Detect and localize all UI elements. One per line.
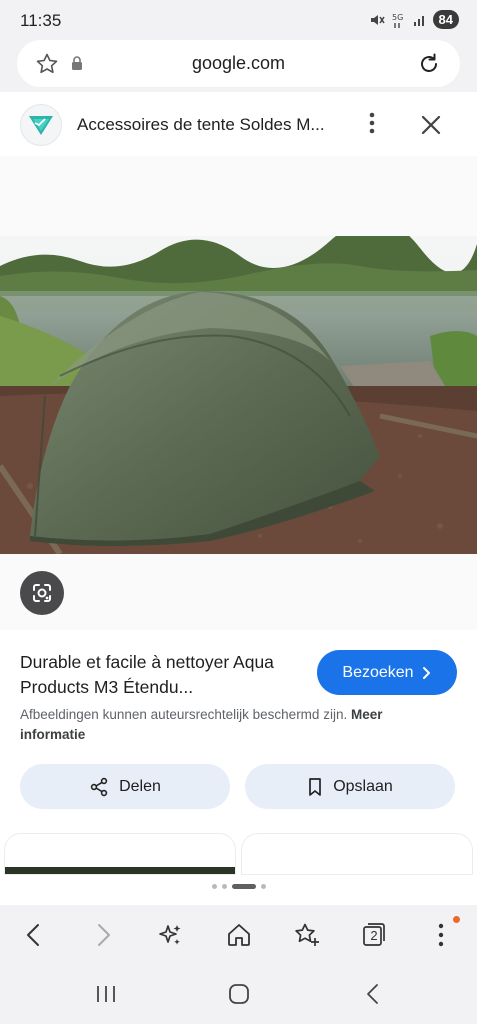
tab-count: 2 bbox=[370, 928, 378, 943]
carousel-dot bbox=[221, 884, 227, 889]
carousel-dot bbox=[260, 884, 266, 889]
image-preview-area bbox=[0, 156, 477, 630]
notification-dot bbox=[453, 916, 460, 923]
save-button[interactable]: Opslaan bbox=[245, 764, 455, 809]
related-result-card[interactable] bbox=[5, 834, 235, 874]
related-result-thumbnail bbox=[5, 867, 235, 874]
chevron-right-icon bbox=[422, 666, 430, 679]
recent-apps-icon[interactable] bbox=[95, 984, 117, 1004]
copyright-text: Afbeeldingen kunnen auteursrechtelijk be… bbox=[20, 707, 348, 722]
bookmark-icon bbox=[309, 777, 322, 796]
share-button[interactable]: Delen bbox=[20, 764, 230, 809]
result-source-title[interactable]: Accessoires de tente Soldes M... bbox=[77, 115, 335, 135]
home-nav-icon[interactable] bbox=[228, 983, 250, 1005]
site-logo-icon bbox=[29, 116, 53, 135]
reload-icon[interactable] bbox=[416, 51, 442, 77]
more-vertical-icon[interactable] bbox=[362, 110, 382, 136]
carousel-dot-active bbox=[231, 884, 256, 889]
share-icon bbox=[90, 777, 108, 796]
home-icon[interactable] bbox=[226, 922, 252, 948]
google-lens-icon bbox=[33, 584, 51, 602]
url-area: google.com bbox=[0, 40, 477, 92]
google-lens-button[interactable] bbox=[20, 571, 64, 615]
svg-text:5G: 5G bbox=[392, 13, 403, 22]
close-icon[interactable] bbox=[418, 112, 444, 138]
carousel-dot bbox=[211, 884, 217, 889]
signal-icon bbox=[413, 15, 424, 26]
mute-icon bbox=[370, 14, 385, 25]
visit-button[interactable]: Bezoeken bbox=[317, 650, 457, 695]
network-5g-icon: 5G bbox=[392, 13, 403, 28]
carousel-indicator bbox=[0, 884, 477, 889]
related-result-card[interactable] bbox=[242, 834, 472, 874]
save-button-label: Opslaan bbox=[333, 777, 393, 795]
status-bar: 11:35 5G 84 bbox=[0, 0, 477, 40]
sparkle-icon[interactable] bbox=[157, 922, 183, 948]
battery-level: 84 bbox=[432, 10, 459, 29]
status-time: 11:35 bbox=[20, 11, 62, 30]
share-button-label: Delen bbox=[119, 777, 161, 795]
url-text[interactable]: google.com bbox=[17, 53, 460, 74]
tent-photo bbox=[0, 236, 477, 554]
bookmark-star-icon[interactable] bbox=[293, 922, 321, 948]
forward-icon[interactable] bbox=[91, 922, 115, 948]
tabs-button[interactable]: 2 bbox=[361, 922, 387, 948]
result-header: Accessoires de tente Soldes M... bbox=[0, 92, 477, 156]
browser-toolbar: 2 bbox=[0, 905, 477, 965]
copyright-notice: Afbeeldingen kunnen auteursrechtelijk be… bbox=[20, 705, 440, 745]
back-nav-icon[interactable] bbox=[364, 983, 382, 1005]
system-nav-bar bbox=[0, 965, 477, 1024]
status-icons: 5G 84 bbox=[369, 10, 459, 29]
back-icon[interactable] bbox=[22, 922, 46, 948]
site-logo[interactable] bbox=[20, 104, 62, 146]
result-title[interactable]: Durable et facile à nettoyer Aqua Produc… bbox=[20, 650, 300, 700]
visit-button-label: Bezoeken bbox=[342, 663, 414, 681]
more-vertical-icon[interactable] bbox=[431, 922, 451, 948]
address-bar[interactable]: google.com bbox=[17, 40, 460, 87]
result-image[interactable] bbox=[0, 236, 477, 554]
